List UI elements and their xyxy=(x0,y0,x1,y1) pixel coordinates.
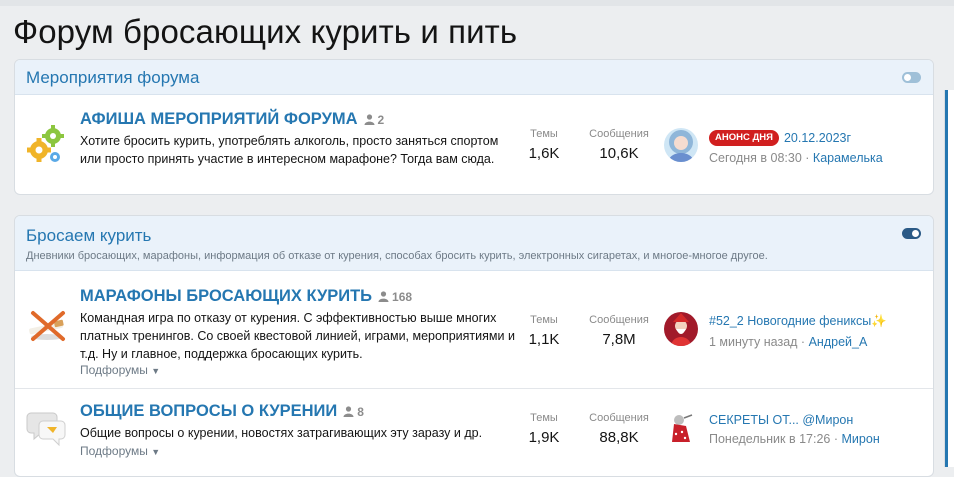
category-header: Бросаем курить Дневники бросающих, мараф… xyxy=(15,216,933,271)
messages-count: 88,8K xyxy=(599,429,639,446)
messages-stat: Сообщения 88,8K xyxy=(585,412,653,446)
meta-separator: · xyxy=(800,335,806,349)
messages-count: 7,8M xyxy=(602,331,636,348)
last-post-title[interactable]: #52_2 Новогодние фениксы✨ xyxy=(709,314,887,329)
threads-stat: Темы 1,1K xyxy=(515,314,573,348)
last-post-time: Сегодня в 08:30 xyxy=(709,151,802,165)
user-icon xyxy=(378,291,389,302)
last-post-user[interactable]: Карамелька xyxy=(813,151,883,165)
forum-node: ОБЩИЕ ВОПРОСЫ О КУРЕНИИ 8 Общие вопросы … xyxy=(15,388,933,476)
forum-node: МАРАФОНЫ БРОСАЮЩИХ КУРИТЬ 168 Командная … xyxy=(15,271,933,388)
avatar[interactable] xyxy=(664,312,698,346)
threads-count: 1,9K xyxy=(528,429,560,446)
prefix-badge: АНОНС ДНЯ xyxy=(709,130,779,146)
category-title[interactable]: Бросаем курить xyxy=(26,226,151,246)
forum-title[interactable]: ОБЩИЕ ВОПРОСЫ О КУРЕНИИ 8 xyxy=(80,402,364,421)
threads-label: Темы xyxy=(530,128,558,140)
last-post-time: 1 минуту назад xyxy=(709,335,798,349)
chevron-down-icon: ▼ xyxy=(151,447,161,457)
online-users: 8 xyxy=(343,405,364,419)
forum-description: Командная игра по отказу от курения. С э… xyxy=(80,311,515,361)
last-post-title[interactable]: АНОНС ДНЯ 20.12.2023г xyxy=(709,130,851,146)
category-title[interactable]: Мероприятия форума xyxy=(26,68,199,88)
threads-label: Темы xyxy=(530,412,558,424)
chevron-down-icon: ▼ xyxy=(151,366,161,376)
chat-bubbles-icon xyxy=(25,403,69,447)
online-users: 2 xyxy=(364,113,384,127)
user-icon xyxy=(343,406,354,417)
top-bar xyxy=(0,0,954,6)
meta-separator: · xyxy=(833,432,839,446)
right-sidebar-edge xyxy=(944,90,954,467)
avatar[interactable] xyxy=(664,410,698,444)
online-users: 168 xyxy=(378,290,412,304)
last-post-user[interactable]: Мирон xyxy=(842,432,880,446)
user-icon xyxy=(364,114,374,125)
forum-title[interactable]: АФИША МЕРОПРИЯТИЙ ФОРУМА 2 xyxy=(80,110,384,129)
subforums-menu[interactable]: Подфорумы ▼ xyxy=(80,444,160,458)
subforums-menu[interactable]: Подфорумы ▼ xyxy=(80,363,160,377)
avatar[interactable] xyxy=(664,128,698,162)
threads-stat: Темы 1,6K xyxy=(515,128,573,162)
meta-separator: · xyxy=(805,151,810,165)
messages-stat: Сообщения 10,6K xyxy=(585,128,653,162)
forum-title-text[interactable]: АФИША МЕРОПРИЯТИЙ ФОРУМА xyxy=(80,110,358,129)
threads-count: 1,1K xyxy=(528,331,560,348)
collapse-toggle[interactable] xyxy=(902,72,921,83)
forum-title-text[interactable]: МАРАФОНЫ БРОСАЮЩИХ КУРИТЬ xyxy=(80,287,372,306)
last-post-title[interactable]: СЕКРЕТЫ ОТ... @Мирон xyxy=(709,413,853,427)
forum-title-text[interactable]: ОБЩИЕ ВОПРОСЫ О КУРЕНИИ xyxy=(80,402,337,421)
forum-description: Хотите бросить курить, употреблять алког… xyxy=(80,134,499,166)
collapse-toggle[interactable] xyxy=(902,228,921,239)
category-events: Мероприятия форума АФИША МЕРОПРИЯТИЙ ФОР… xyxy=(14,59,934,195)
last-post-time: Понедельник в 17:26 xyxy=(709,432,831,446)
gears-icon xyxy=(25,122,69,166)
threads-stat: Темы 1,9K xyxy=(515,412,573,446)
threads-count: 1,6K xyxy=(528,145,560,162)
messages-label: Сообщения xyxy=(589,128,649,140)
messages-label: Сообщения xyxy=(589,314,649,326)
last-post-meta: 1 минуту назад · Андрей_А xyxy=(709,335,867,349)
forum-title[interactable]: МАРАФОНЫ БРОСАЮЩИХ КУРИТЬ 168 xyxy=(80,287,412,306)
sidebar-accent xyxy=(945,90,948,467)
last-post-meta: Сегодня в 08:30 · Карамелька xyxy=(709,151,883,165)
messages-stat: Сообщения 7,8M xyxy=(585,314,653,348)
category-description: Дневники бросающих, марафоны, информация… xyxy=(26,250,768,262)
category-header: Мероприятия форума xyxy=(15,60,933,95)
messages-count: 10,6K xyxy=(599,145,639,162)
forum-node: АФИША МЕРОПРИЯТИЙ ФОРУМА 2 Хотите бросит… xyxy=(15,95,933,194)
forum-description: Общие вопросы о курении, новостях затраг… xyxy=(80,426,483,440)
threads-label: Темы xyxy=(530,314,558,326)
no-smoking-icon xyxy=(25,301,69,345)
page-title: Форум бросающих курить и пить xyxy=(13,13,518,50)
messages-label: Сообщения xyxy=(589,412,649,424)
last-post-meta: Понедельник в 17:26 · Мирон xyxy=(709,432,880,446)
category-quit-smoking: Бросаем курить Дневники бросающих, мараф… xyxy=(14,215,934,477)
last-post-user[interactable]: Андрей_А xyxy=(809,335,868,349)
